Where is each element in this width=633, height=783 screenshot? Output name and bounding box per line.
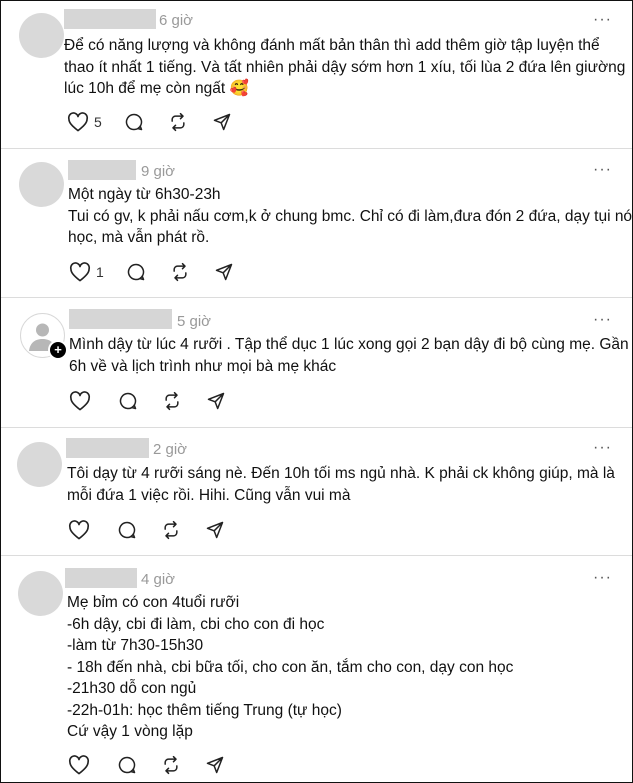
like-count: 5 — [94, 114, 102, 130]
post-text-line: học, mà vẫn phát rồ. — [68, 229, 210, 246]
repost-icon — [173, 262, 187, 282]
repost-icon — [171, 112, 185, 132]
post-text-line: -làm từ 7h30-15h30 — [67, 637, 204, 654]
avatar[interactable] — [19, 13, 64, 58]
share-button[interactable] — [206, 391, 226, 411]
share-button[interactable] — [214, 262, 234, 282]
post-time: 2 giờ — [153, 441, 188, 458]
more-options-icon[interactable]: ··· — [593, 439, 612, 457]
repost-icon — [165, 391, 179, 411]
post-text-line: -22h-01h: học thêm tiếng Trung (tự học) — [67, 701, 342, 719]
heart-icon — [68, 755, 90, 775]
more-options-icon[interactable]: ··· — [593, 311, 612, 329]
post-text-line: Mẹ bỉm có con 4tuổi rưỡi — [67, 594, 240, 611]
post-text-line: Cứ vậy 1 vòng lặp — [67, 723, 193, 740]
post-actions — [69, 389, 226, 413]
comment-icon — [118, 521, 136, 539]
post-text-line: Một ngày từ 6h30-23h — [68, 186, 221, 203]
share-button[interactable] — [205, 755, 225, 775]
post-text-line: Tôi dạy từ 4 rưỡi sáng nè. Đến 10h tối m… — [67, 465, 615, 482]
post-text: Mẹ bỉm có con 4tuổi rưỡi -6h dậy, cbi đi… — [67, 592, 513, 743]
post-text: Tôi dạy từ 4 rưỡi sáng nè. Đến 10h tối m… — [67, 463, 615, 506]
like-button[interactable]: 1 — [69, 262, 104, 282]
send-icon — [213, 113, 231, 131]
add-follow-icon[interactable]: + — [48, 340, 68, 360]
post-text-line: Mình dậy từ lúc 4 rưỡi . Tập thể dục 1 l… — [69, 336, 629, 353]
avatar[interactable] — [17, 442, 62, 487]
share-button[interactable] — [205, 520, 225, 540]
heart-icon — [68, 520, 90, 540]
post-text-line: thao ít nhất 1 tiếng. Và tất nhiên phải … — [64, 58, 626, 76]
post-time: 5 giờ — [177, 313, 212, 330]
post-text: Để có năng lượng và không đánh mất bản t… — [64, 35, 625, 100]
heart-icon — [69, 391, 91, 411]
repost-icon — [164, 755, 178, 775]
comment-button[interactable] — [118, 391, 138, 411]
repost-button[interactable] — [161, 755, 181, 775]
comment-button[interactable] — [117, 755, 137, 775]
post: 6 giờ ··· Để có năng lượng và không đánh… — [1, 1, 632, 149]
comment-icon — [125, 113, 143, 131]
comment-button[interactable] — [117, 520, 137, 540]
comment-icon — [118, 756, 136, 774]
repost-button[interactable] — [168, 112, 188, 132]
post-text-line: - 18h đến nhà, cbi bữa tối, cho con ăn, … — [67, 658, 514, 676]
post: + 5 giờ ··· Mình dậy từ lúc 4 rưỡi . Tập… — [1, 297, 632, 428]
redacted-username[interactable] — [66, 438, 149, 458]
avatar[interactable]: + — [20, 313, 68, 360]
post-actions — [68, 518, 225, 542]
redacted-username[interactable] — [65, 568, 137, 588]
redacted-username[interactable] — [68, 160, 136, 180]
repost-button[interactable] — [162, 391, 182, 411]
like-button[interactable] — [69, 391, 96, 411]
avatar[interactable] — [18, 571, 63, 616]
more-options-icon[interactable]: ··· — [593, 161, 612, 179]
send-icon — [215, 263, 233, 281]
share-button[interactable] — [212, 112, 232, 132]
feed: 6 giờ ··· Để có năng lượng và không đánh… — [0, 0, 633, 783]
post: 2 giờ ··· Tôi dạy từ 4 rưỡi sáng nè. Đến… — [1, 427, 632, 556]
post-text: Mình dậy từ lúc 4 rưỡi . Tập thể dục 1 l… — [69, 334, 629, 377]
redacted-username[interactable] — [69, 309, 172, 329]
avatar[interactable] — [19, 162, 64, 207]
post-text-line: 6h về và lịch trình như mọi bà mẹ khác — [69, 357, 337, 375]
post-actions: 1 — [69, 260, 234, 284]
post-time: 4 giờ — [141, 571, 176, 588]
repost-icon — [164, 520, 178, 540]
post-text: Một ngày từ 6h30-23h Tui có gv, k phải n… — [68, 184, 632, 249]
send-icon — [207, 392, 225, 410]
heart-icon — [67, 112, 89, 132]
like-button[interactable]: 5 — [67, 112, 102, 132]
post: 9 giờ ··· Một ngày từ 6h30-23h Tui có gv… — [1, 148, 632, 298]
post-text-line: -21h30 dỗ con ngủ — [67, 680, 197, 697]
post: 4 giờ ··· Mẹ bỉm có con 4tuổi rưỡi -6h d… — [1, 555, 632, 782]
repost-button[interactable] — [161, 520, 181, 540]
more-options-icon[interactable]: ··· — [593, 11, 612, 29]
post-actions: 5 — [67, 110, 232, 134]
heart-icon — [69, 262, 91, 282]
post-actions — [68, 753, 225, 777]
post-time: 9 giờ — [141, 163, 176, 180]
send-icon — [206, 521, 224, 539]
post-time: 6 giờ — [159, 12, 194, 29]
like-count: 1 — [96, 264, 104, 280]
like-button[interactable] — [68, 755, 95, 775]
repost-button[interactable] — [170, 262, 190, 282]
comment-icon — [127, 263, 145, 281]
comment-button[interactable] — [126, 262, 146, 282]
send-icon — [206, 756, 224, 774]
redacted-username[interactable] — [64, 9, 156, 29]
like-button[interactable] — [68, 520, 95, 540]
post-text-line: Để có năng lượng và không đánh mất bản t… — [64, 37, 600, 54]
post-text-line: mỗi đứa 1 việc rồi. Hihi. Cũng vẫn vui m… — [67, 486, 351, 504]
more-options-icon[interactable]: ··· — [593, 569, 612, 587]
comment-icon — [119, 392, 137, 410]
comment-button[interactable] — [124, 112, 144, 132]
post-text-line: Tui có gv, k phải nấu cơm,k ở chung bmc.… — [68, 207, 633, 225]
post-text-line: lúc 10h để mẹ còn ngất 🥰 — [64, 80, 249, 97]
post-text-line: -6h dậy, cbi đi làm, cbi cho con đi học — [67, 615, 325, 633]
